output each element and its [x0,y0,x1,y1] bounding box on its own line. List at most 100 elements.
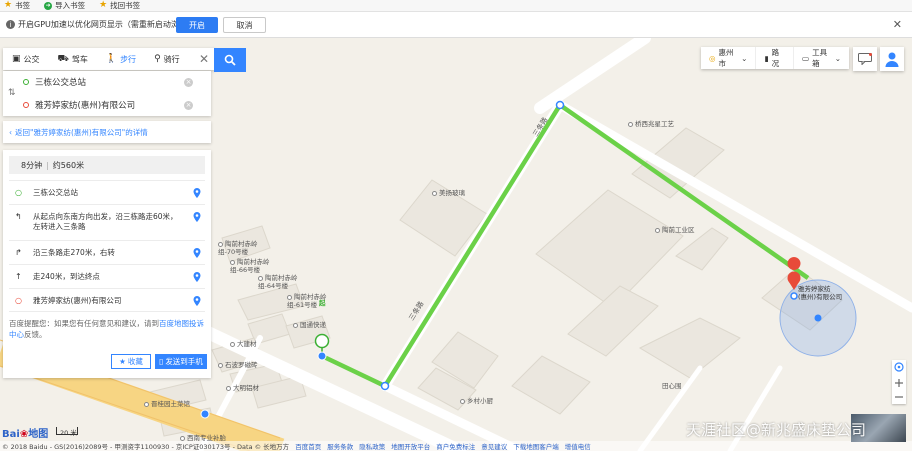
location-pin-icon[interactable] [193,272,201,282]
poi-label[interactable]: 桥西兆星工艺 [628,120,674,128]
send-to-phone-button[interactable]: ▯ 发送到手机 [155,354,207,369]
route-input-box: ⇅ 三栋公交总站 × 雅芳婷家纺(惠州)有限公司 × [3,71,211,116]
user-avatar-button[interactable] [880,47,904,71]
poi-icon [432,190,437,196]
end-badge: 终 [790,236,797,244]
route-detail-panel: 8分钟 | 约560米 ○ 三栋公交总站 ↰ 从起点向东南方向出发，沿三栋路走6… [3,150,211,378]
user-icon [885,52,899,67]
baidu-map-logo: Bai❀地图 [2,429,49,440]
poi-icon [230,259,235,265]
cancel-button[interactable]: 取消 [223,17,266,33]
poi-label[interactable]: 陶前村赤岭组-66号楼 [230,258,272,274]
map-toolbar: ◎ 惠州市 ⌄ ▮ 路况 ▭ 工具箱 ⌄ [701,47,849,69]
bus-stop-marker [200,409,210,419]
end-field[interactable]: 雅芳婷家纺(惠州)有限公司 × [23,96,201,114]
poi-icon [460,398,465,404]
footer-link[interactable]: 意见建议 [481,441,507,451]
search-button[interactable] [214,48,246,72]
poi-label[interactable]: 大明铝材 [226,384,259,392]
route-node [790,292,798,300]
start-field[interactable]: 三栋公交总站 × [23,73,201,91]
route-step[interactable]: ↱ 沿三条路走270米，右转 [9,240,205,264]
zoom-control-graphic [894,362,904,398]
message-button[interactable] [853,47,877,71]
straight-icon: ↑ [15,272,22,281]
back-to-detail-link[interactable]: ‹ 返回"雅芳婷家纺(惠州)有限公司"的详情 [3,121,211,143]
toolbox-icon: ▭ [802,53,810,63]
poi-label[interactable]: 国通快递 [293,321,326,329]
tab-walk[interactable]: 🚶 步行 [97,48,145,70]
clear-icon[interactable]: × [184,100,193,110]
turn-right-icon: ↱ [15,248,22,257]
footer-link[interactable]: 增值电信 [565,441,591,451]
building [675,227,729,271]
clear-icon[interactable]: × [184,77,193,87]
footer-link[interactable]: 服务条款 [327,441,353,451]
poi-label[interactable]: 石波罗磁砖 [218,361,258,369]
route-step[interactable]: ↑ 走240米，到达终点 [9,264,205,288]
bookmark-item-recover[interactable]: ★ 找回书签 [99,0,140,11]
poi-label[interactable]: 陶前村赤岭组-61号楼 [287,293,329,309]
end-dot-icon: ○ [15,296,22,305]
area-label: 田心围 [662,382,682,390]
footer-link[interactable]: 下载地图客户端 [513,441,559,451]
location-pin-icon[interactable] [193,296,201,306]
poi-icon [258,275,263,281]
traffic-button[interactable]: ▮ 路况 [756,47,795,69]
route-step[interactable]: ○ 三栋公交总站 [9,180,205,204]
map-footer: © 2018 Baidu - GS(2016)2089号 - 甲测资字11009… [0,441,912,451]
poi-label[interactable]: 乡村小厨 [460,397,493,405]
swap-icon[interactable]: ⇅ [8,88,16,98]
close-icon[interactable]: ✕ [893,18,902,31]
footer-link[interactable]: 百度首页 [295,441,321,451]
poi-label[interactable]: 陶前村赤岭组-64号楼 [258,274,300,290]
enable-button[interactable]: 开启 [176,17,218,33]
bookmark-item-bookmarks[interactable]: ★ 书签 [4,0,30,11]
map-scale: 20 米 [56,427,78,437]
poi-label[interactable]: 陶前工业区 [655,226,695,234]
footer-link[interactable]: 商户免费标注 [436,441,475,451]
tab-car[interactable]: ⛟ 驾车 [49,48,97,70]
route-distance: 约560米 [52,160,85,170]
route-step[interactable]: ↰ 从起点向东南方向出发，沿三栋路走60米，左转进入三条路 [9,204,205,240]
city-selector[interactable]: ◎ 惠州市 ⌄ [701,47,757,69]
star-icon: ★ [119,357,126,366]
location-pin-icon[interactable] [193,248,201,258]
poi-label[interactable]: 大建材 [230,340,257,348]
search-icon [224,54,236,66]
tab-bus[interactable]: ▣ 公交 [3,48,49,70]
bookmark-item-import[interactable]: ➜ 导入书签 [44,0,85,11]
star-icon: ★ [4,0,13,10]
route-step[interactable]: ○ 雅芳婷家纺(惠州)有限公司 [9,288,205,312]
gpu-info-bar: i 开启GPU加速以优化网页显示（需重新启动浏览器） 开启 取消 ✕ [0,12,912,38]
location-pin-icon[interactable] [193,212,201,222]
building [511,355,591,415]
car-icon: ⛟ [57,53,69,64]
toolbox-button[interactable]: ▭ 工具箱 ⌄ [794,47,849,69]
poi-icon [287,294,292,300]
chevron-down-icon: ⌄ [741,53,748,63]
tab-bike[interactable]: ⚲ 骑行 [145,48,189,70]
turn-left-icon: ↰ [15,212,22,221]
star-icon: ★ [99,0,108,10]
footer-link[interactable]: 隐私政策 [359,441,385,451]
poi-icon [293,322,298,328]
copyright-text: © 2018 Baidu - GS(2016)2089号 - 甲测资字11009… [2,443,290,451]
route-summary: 8分钟 | 约560米 [9,156,205,174]
location-pin-icon[interactable] [193,188,201,198]
road [534,38,651,114]
location-dot [814,314,822,322]
poi-icon [218,362,223,368]
bookmark-label: 导入书签 [55,1,86,10]
destination-label[interactable]: 雅芳婷家纺 (惠州)有限公司 [798,285,842,301]
footer-link[interactable]: 地图开放平台 [391,441,430,451]
close-icon[interactable]: ✕ [199,52,209,66]
message-icon [858,53,872,65]
poi-label[interactable]: 美扬玻璃 [432,189,465,197]
poi-label[interactable]: 陶前村赤岭组-70号楼 [218,240,260,256]
start-marker-ring [314,333,330,349]
watermark-text: 天涯社区@新兆盛床垫公司 [686,421,867,439]
collect-button[interactable]: ★ 收藏 [111,354,151,369]
import-arrow-icon: ➜ [44,1,53,10]
poi-label[interactable]: 晋桂园土菜馆 [144,400,190,408]
